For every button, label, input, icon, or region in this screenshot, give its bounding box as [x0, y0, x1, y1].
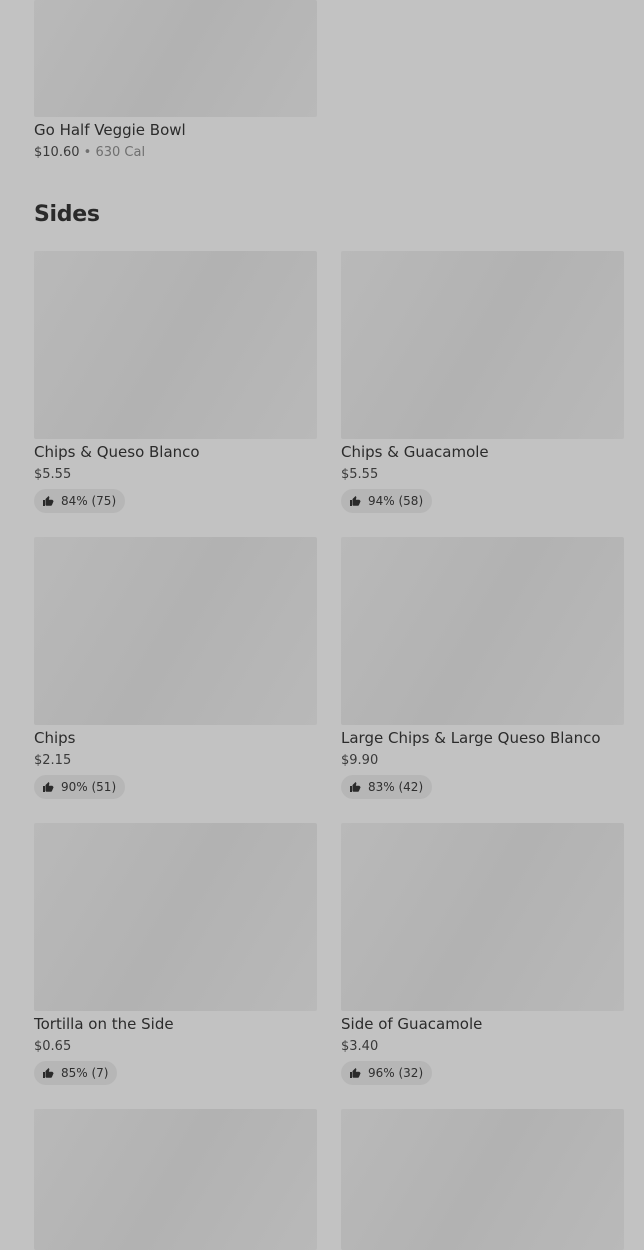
rating-badge: 90% (51) [34, 775, 126, 799]
rating-text: 84% (75) [61, 494, 117, 508]
rating-text: 83% (42) [368, 780, 424, 794]
item-image[interactable] [34, 537, 317, 725]
rating-text: 85% (7) [61, 1066, 109, 1080]
menu-page: Go Half Veggie Bowl $10.60 • 630 Cal Sid… [0, 0, 644, 1250]
item-name: Large Chips & Large Queso Blanco [341, 729, 601, 747]
item-image[interactable] [341, 1109, 624, 1250]
rating-badge: 85% (7) [34, 1061, 118, 1085]
rating-text: 94% (58) [368, 494, 424, 508]
section-heading-sides: Sides [34, 202, 100, 227]
thumbs-up-icon [43, 1068, 54, 1078]
thumbs-up-icon [350, 496, 361, 506]
item-image[interactable] [341, 251, 624, 439]
item-image[interactable] [34, 0, 317, 117]
item-price: $0.65 [34, 1039, 72, 1054]
thumbs-up-icon [43, 496, 54, 506]
rating-text: 96% (32) [368, 1066, 424, 1080]
rating-badge: 83% (42) [341, 775, 433, 799]
item-price: $5.55 [341, 467, 379, 482]
item-price: $9.90 [341, 753, 379, 768]
separator: • [83, 145, 92, 160]
item-image[interactable] [34, 251, 317, 439]
item-image[interactable] [341, 537, 624, 725]
item-price: $3.40 [341, 1039, 379, 1054]
item-price-calories: $10.60 • 630 Cal [34, 145, 145, 160]
thumbs-up-icon [43, 782, 54, 792]
item-calories: 630 Cal [95, 145, 146, 160]
item-name: Chips & Queso Blanco [34, 443, 200, 461]
thumbs-up-icon [350, 1068, 361, 1078]
rating-badge: 94% (58) [341, 489, 433, 513]
item-name: Tortilla on the Side [34, 1015, 174, 1033]
item-image[interactable] [34, 823, 317, 1011]
item-image[interactable] [341, 823, 624, 1011]
item-price: $5.55 [34, 467, 72, 482]
rating-badge: 84% (75) [34, 489, 126, 513]
item-name: Go Half Veggie Bowl [34, 121, 186, 139]
item-name: Side of Guacamole [341, 1015, 483, 1033]
item-price: $2.15 [34, 753, 72, 768]
rating-text: 90% (51) [61, 780, 117, 794]
thumbs-up-icon [350, 782, 361, 792]
item-price: $10.60 [34, 145, 80, 160]
rating-badge: 96% (32) [341, 1061, 433, 1085]
item-name: Chips & Guacamole [341, 443, 489, 461]
item-image[interactable] [34, 1109, 317, 1250]
item-name: Chips [34, 729, 76, 747]
